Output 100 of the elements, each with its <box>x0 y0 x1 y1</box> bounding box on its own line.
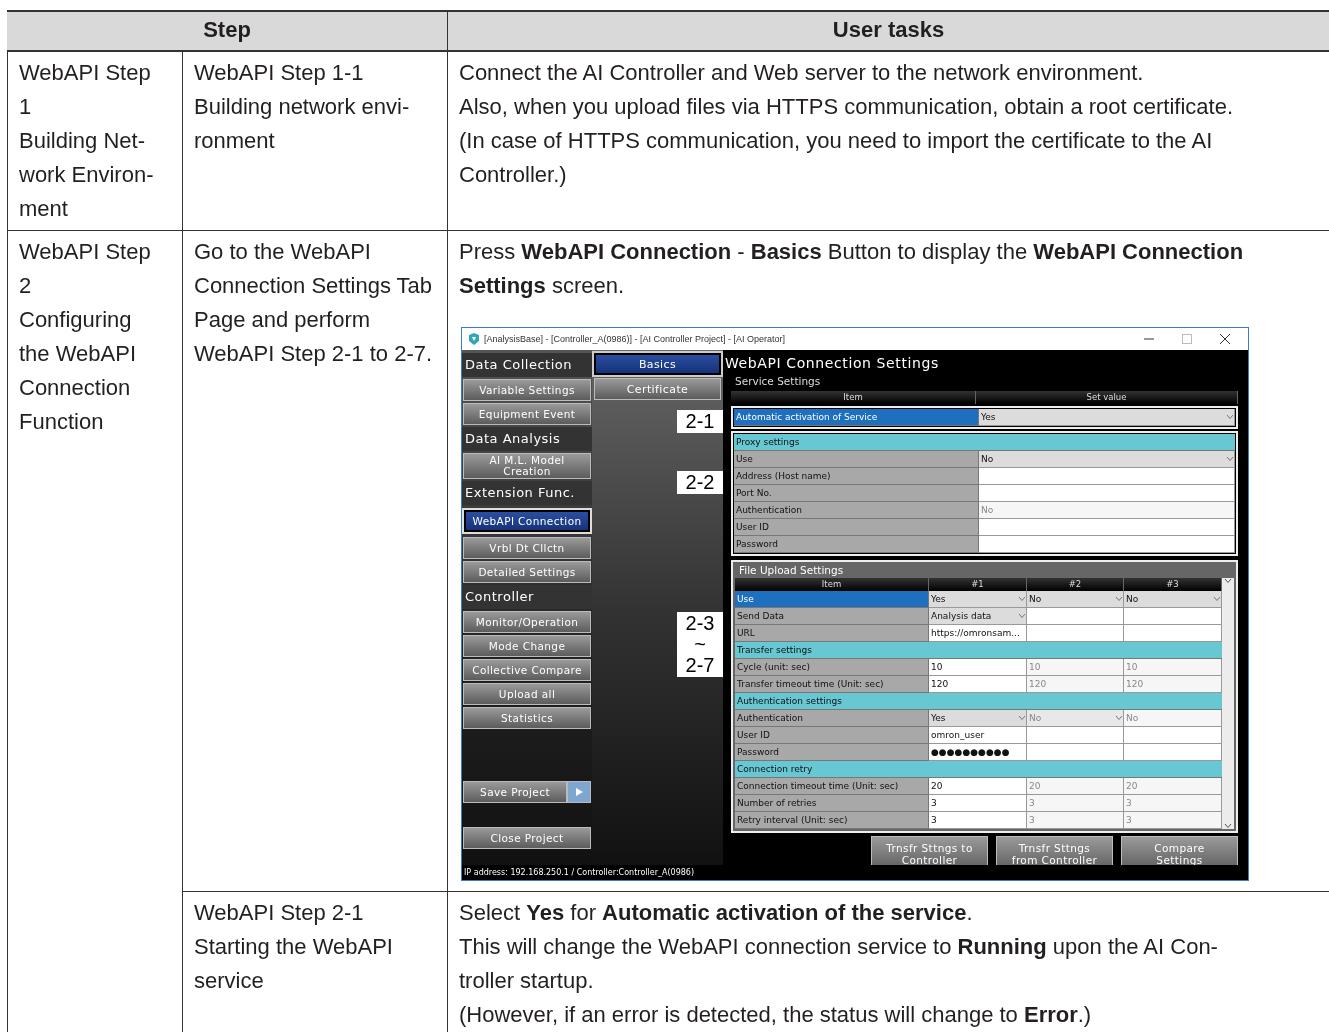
page-title: WebAPI Connection Settings <box>725 354 940 373</box>
task-text: Also, when you upload files via HTTPS communication, obtain a root certificate. <box>459 93 1235 121</box>
caret-icon <box>1018 596 1026 602</box>
section-title: Service Settings <box>734 375 822 389</box>
input-field[interactable]: ●●●●●●●●●● <box>929 744 1027 761</box>
caret-icon <box>1018 715 1026 721</box>
input-field[interactable]: 10 <box>929 659 1027 676</box>
caret-icon <box>1018 613 1026 619</box>
action-button[interactable]: Trnsfr Sttngs to Controller <box>871 836 988 865</box>
task-text: Press WebAPI Connection - Basics Button to display the WebAPI Connection Settings screen. <box>459 238 1245 300</box>
task-text: Connect the AI Controller and Web server to the network environment. <box>459 59 1145 87</box>
sidebar-button[interactable]: Monitor/Operation <box>463 611 591 633</box>
column-header: User tasks <box>448 12 1329 52</box>
expand-button[interactable] <box>567 781 591 803</box>
sidebar-button[interactable]: Mode Change <box>463 635 591 657</box>
setting-label[interactable]: Address (Host name) <box>734 468 979 485</box>
input-field[interactable]: 20 <box>929 778 1027 795</box>
sidebar-button[interactable]: Vrbl Dt Cllctn <box>463 537 591 559</box>
tab[interactable]: Basics <box>594 353 721 375</box>
sidebar-button[interactable]: Upload all <box>463 683 591 705</box>
maximize-icon <box>1182 334 1192 344</box>
group-header: Connection retry <box>735 761 1222 778</box>
setting-label[interactable]: Transfer timeout time (Unit: sec) <box>735 676 929 693</box>
setting-label[interactable]: Automatic activation of Service <box>734 409 979 426</box>
group-header: Authentication settings <box>735 693 1222 710</box>
dropdown[interactable]: No <box>979 451 1235 468</box>
caret-icon <box>1213 596 1221 602</box>
caret-icon <box>1115 596 1123 602</box>
dropdown[interactable]: No <box>1124 591 1222 608</box>
input-field[interactable] <box>1124 727 1222 744</box>
sidebar-button[interactable]: WebAPI Connection <box>464 510 590 532</box>
tab[interactable]: Certificate <box>594 378 721 400</box>
setting-label[interactable]: User ID <box>734 519 979 536</box>
input-field[interactable] <box>979 536 1235 553</box>
dropdown[interactable]: Yes <box>929 591 1027 608</box>
sidebar-heading: Extension Func. <box>462 481 592 505</box>
caret-icon <box>1115 715 1123 721</box>
setting-label[interactable]: Authentication <box>734 502 979 519</box>
input-field[interactable] <box>979 468 1235 485</box>
substep-name: WebAPI Step 2-1 Starting the WebAPI service <box>194 899 394 995</box>
input-field[interactable] <box>1027 608 1124 625</box>
setting-label[interactable]: Retry interval (Unit: sec) <box>735 812 929 829</box>
input-field[interactable] <box>1124 625 1222 642</box>
input-field[interactable] <box>979 485 1235 502</box>
setting-label[interactable]: Use <box>734 451 979 468</box>
setting-label[interactable]: Number of retries <box>735 795 929 812</box>
play-icon <box>574 787 584 797</box>
sidebar-button[interactable]: Detailed Settings <box>463 561 591 583</box>
input-field[interactable] <box>1027 625 1124 642</box>
task-text: Select Yes for Automatic activation of the service. <box>459 899 974 927</box>
sidebar-button[interactable]: AI M.L. Model Creation <box>463 453 591 479</box>
input-field[interactable] <box>1027 744 1124 761</box>
sidebar-button[interactable]: Statistics <box>463 707 591 729</box>
input-field[interactable] <box>979 519 1235 536</box>
setting-label[interactable]: Use <box>735 591 929 608</box>
sidebar-heading: Controller <box>462 585 592 609</box>
input-field[interactable]: 3 <box>929 812 1027 829</box>
setting-label[interactable]: Authentication <box>735 710 929 727</box>
group-header: Transfer settings <box>735 642 1222 659</box>
setting-label[interactable]: URL <box>735 625 929 642</box>
caret-icon <box>1226 414 1234 420</box>
input-field[interactable] <box>1124 608 1222 625</box>
task-text: (In case of HTTPS communication, you need to import the certificate to the AI Controller.) <box>459 127 1214 189</box>
task-text: This will change the WebAPI connection service to Running upon the AI Con- troller startup. <box>459 933 1219 995</box>
sidebar-button[interactable]: Collective Compare <box>463 659 591 681</box>
setting-label[interactable]: Send Data <box>735 608 929 625</box>
dropdown[interactable]: Analysis data <box>929 608 1027 625</box>
dropdown[interactable]: Yes <box>929 710 1027 727</box>
save-project-button[interactable]: Save Project <box>463 781 567 803</box>
sidebar-heading: Data Collection <box>462 353 592 377</box>
input-field[interactable] <box>1027 727 1124 744</box>
action-button[interactable]: Trnsfr Sttngs from Controller <box>996 836 1113 865</box>
substep-name: Go to the WebAPI Connection Settings Tab Page and perform WebAPI Step 2-1 to 2-7. <box>194 238 434 368</box>
app-icon <box>468 333 480 345</box>
input-field[interactable]: 3 <box>929 795 1027 812</box>
dropdown[interactable]: No <box>1027 591 1124 608</box>
group-header: Proxy settings <box>734 434 1235 451</box>
scrollbar[interactable] <box>1222 578 1234 829</box>
setting-label[interactable]: Cycle (unit: sec) <box>735 659 929 676</box>
close-project-button[interactable]: Close Project <box>463 827 591 849</box>
setting-label[interactable]: Connection timeout time (Unit: sec) <box>735 778 929 795</box>
input-field[interactable]: omron_user <box>929 727 1027 744</box>
step-callout: 2-2 <box>677 471 723 494</box>
window-title: [AnalysisBase] - [Controller_A(0986)] - [AI Controller Project] - [AI Operator] <box>484 334 787 344</box>
setting-label[interactable]: Password <box>735 744 929 761</box>
input-field[interactable]: 120 <box>929 676 1027 693</box>
sidebar-heading: Data Analysis <box>462 427 592 451</box>
sidebar-button[interactable]: Equipment Event <box>463 403 591 425</box>
setting-label[interactable]: Password <box>734 536 979 553</box>
setting-label[interactable]: User ID <box>735 727 929 744</box>
task-text: (However, if an error is detected, the status will change to Error.) <box>459 1001 1093 1029</box>
substep-name: WebAPI Step 1-1 Building network envi- ronment <box>194 59 411 155</box>
sidebar-button[interactable]: Variable Settings <box>463 379 591 401</box>
dropdown[interactable]: Yes <box>979 409 1235 426</box>
input-field[interactable]: https://omronsam... <box>929 625 1027 642</box>
step-name: WebAPI Step 2 Configuring the WebAPI Connection Function <box>19 238 152 436</box>
step-name: WebAPI Step 1 Building Net- work Environ- ment <box>19 59 155 223</box>
setting-label[interactable]: Port No. <box>734 485 979 502</box>
input-field[interactable] <box>1124 744 1222 761</box>
caret-icon <box>1226 456 1234 462</box>
